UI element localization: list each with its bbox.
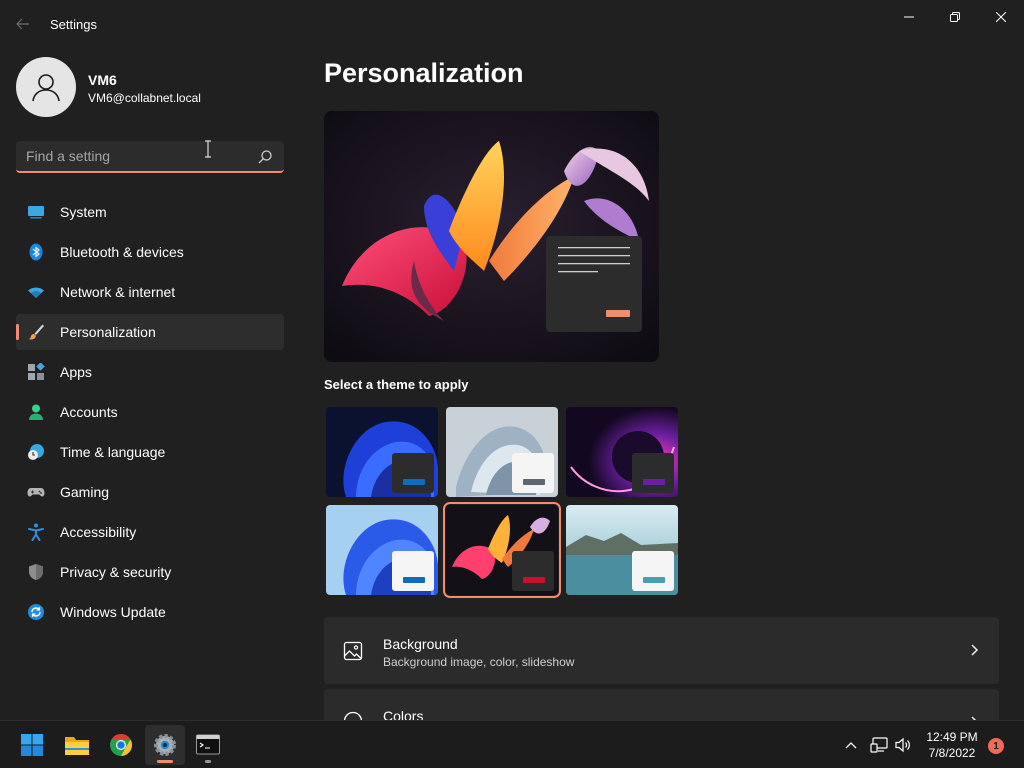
chevron-up-icon — [845, 742, 857, 749]
close-button[interactable] — [978, 0, 1024, 34]
theme-thumbnail — [326, 505, 438, 595]
back-arrow-icon — [16, 18, 29, 30]
title-bar: Settings — [0, 0, 1024, 48]
sidebar-item-accessibility[interactable]: Accessibility — [16, 514, 284, 550]
minimize-button[interactable] — [886, 0, 932, 34]
paintbrush-icon — [28, 324, 44, 340]
theme-glow[interactable] — [566, 407, 678, 497]
sidebar-item-time-language[interactable]: Time & language — [16, 434, 284, 470]
sidebar-item-privacy[interactable]: Privacy & security — [16, 554, 284, 590]
volume-icon — [895, 737, 910, 753]
theme-windows-light-captured-motion[interactable] — [446, 407, 558, 497]
taskbar-file-explorer[interactable] — [57, 725, 97, 765]
avatar[interactable] — [16, 57, 76, 117]
preview-wallpaper — [324, 111, 659, 362]
sidebar-item-windows-update[interactable]: Windows Update — [16, 594, 284, 630]
settings-icon — [154, 734, 176, 756]
taskbar-chrome[interactable] — [101, 725, 141, 765]
running-app-indicator — [205, 760, 211, 763]
search-icon[interactable] — [256, 148, 274, 166]
background-card-title: Background — [383, 636, 458, 652]
clock-time: 12:49 PM — [926, 730, 978, 744]
shield-icon — [29, 564, 43, 580]
person-icon — [29, 404, 43, 420]
user-icon — [32, 74, 60, 102]
page-title: Personalization — [324, 58, 524, 88]
theme-thumbnail — [446, 407, 558, 497]
sidebar-nav: System Bluetooth & devices Network & int… — [16, 194, 284, 634]
terminal-icon — [196, 734, 220, 755]
sidebar-item-apps[interactable]: Apps — [16, 354, 284, 390]
theme-thumbnail — [566, 407, 678, 497]
search-box[interactable] — [16, 141, 284, 173]
update-icon — [28, 604, 44, 620]
accessibility-icon — [28, 523, 44, 541]
theme-thumbnail — [326, 407, 438, 497]
image-icon — [343, 641, 363, 661]
gamepad-icon — [27, 488, 45, 497]
app-title: Settings — [50, 17, 97, 32]
start-button[interactable] — [12, 725, 52, 765]
sidebar-item-network[interactable]: Network & internet — [16, 274, 284, 310]
active-app-indicator — [157, 760, 173, 763]
apps-icon — [28, 363, 45, 380]
chrome-icon — [110, 734, 132, 756]
restore-icon — [950, 12, 960, 22]
theme-sunrise-lake[interactable] — [566, 505, 678, 595]
theme-windows-light-bloom[interactable] — [326, 505, 438, 595]
sidebar-item-gaming[interactable]: Gaming — [16, 474, 284, 510]
background-card[interactable]: Background Background image, color, slid… — [324, 617, 999, 684]
file-explorer-icon — [65, 737, 89, 755]
user-name: VM6 — [88, 72, 117, 88]
theme-thumbnail — [446, 505, 558, 595]
globe-clock-icon — [28, 444, 44, 460]
taskbar: 12:49 PM 7/8/2022 1 — [0, 720, 1024, 768]
theme-windows-dark-bloom[interactable] — [326, 407, 438, 497]
minimize-icon — [904, 16, 914, 18]
close-icon — [996, 12, 1006, 22]
search-input[interactable] — [16, 141, 252, 171]
theme-dark-flow[interactable] — [443, 502, 561, 598]
network-wired-icon — [870, 737, 888, 753]
theme-thumbnail — [566, 505, 678, 595]
back-button[interactable] — [10, 12, 36, 36]
maximize-button[interactable] — [932, 0, 978, 34]
text-cursor-icon — [205, 140, 211, 158]
bluetooth-icon — [29, 243, 43, 261]
user-email: VM6@collabnet.local — [88, 91, 201, 105]
sidebar-item-personalization[interactable]: Personalization — [16, 314, 284, 350]
sidebar-item-bluetooth[interactable]: Bluetooth & devices — [16, 234, 284, 270]
volume-tray-button[interactable] — [892, 721, 914, 768]
sidebar-item-system[interactable]: System — [16, 194, 284, 230]
background-card-subtitle: Background image, color, slideshow — [383, 655, 575, 669]
start-icon — [21, 734, 43, 756]
themes-heading: Select a theme to apply — [324, 377, 469, 392]
taskbar-clock[interactable]: 12:49 PM 7/8/2022 — [920, 729, 984, 761]
clock-date: 7/8/2022 — [928, 746, 976, 760]
show-hidden-icons-button[interactable] — [840, 721, 862, 768]
taskbar-settings[interactable] — [145, 725, 185, 765]
network-tray-button[interactable] — [868, 721, 890, 768]
theme-preview — [324, 111, 659, 362]
active-indicator — [16, 324, 19, 340]
system-icon — [28, 206, 44, 219]
wifi-icon — [28, 287, 44, 298]
notification-badge[interactable]: 1 — [988, 738, 1004, 754]
sidebar-item-accounts[interactable]: Accounts — [16, 394, 284, 430]
chevron-right-icon — [971, 644, 978, 656]
taskbar-terminal[interactable] — [188, 725, 228, 765]
theme-grid — [324, 405, 684, 598]
